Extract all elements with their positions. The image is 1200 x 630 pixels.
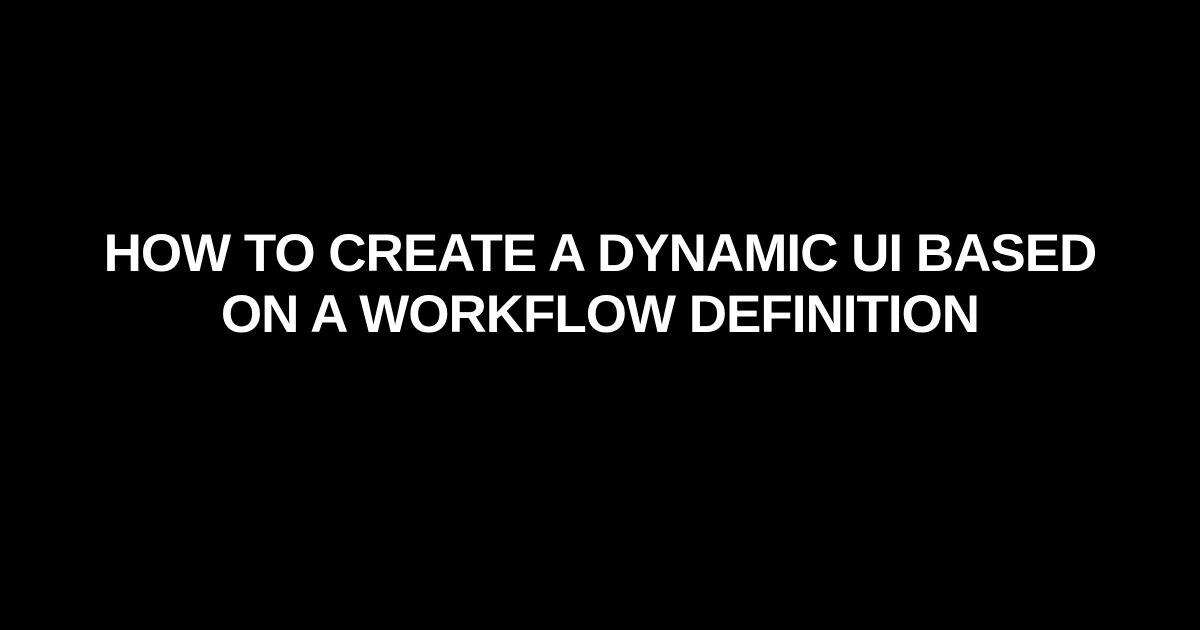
title-container: How to Create a Dynamic UI Based on a Wo…	[0, 224, 1200, 346]
page-title: How to Create a Dynamic UI Based on a Wo…	[80, 224, 1120, 346]
